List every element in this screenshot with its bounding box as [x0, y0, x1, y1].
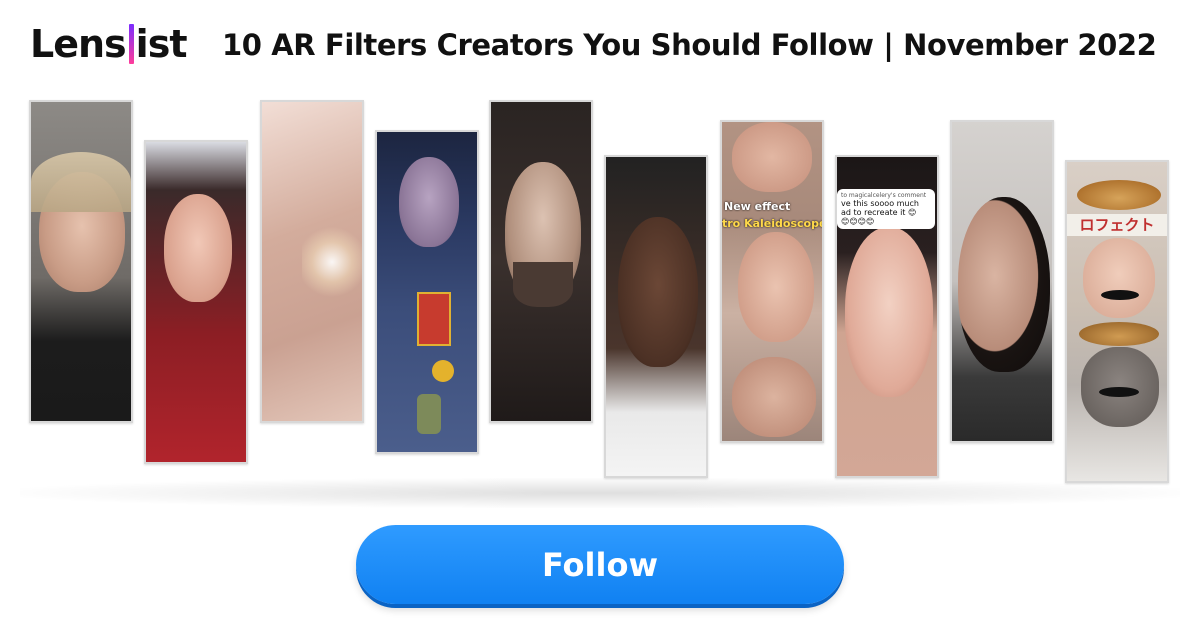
creator-face-4: [399, 157, 459, 247]
logo-accent-bar: [128, 24, 134, 64]
creator-thumbnail-5[interactable]: [489, 100, 593, 423]
game-runner-sprite: [417, 394, 441, 434]
creator-thumbnail-9[interactable]: [950, 120, 1054, 443]
reply-comment-bubble: to magicalcelery's comment ve this soooo…: [837, 189, 935, 229]
creator-thumbnail-3[interactable]: [260, 100, 364, 423]
effect-caption-line1: New effect: [724, 200, 791, 213]
strip-floor-shadow: [20, 478, 1180, 508]
comment-line3: 😊😊😊😊: [841, 217, 875, 226]
creator-face-7a: [732, 122, 812, 192]
mustache-1: [1101, 290, 1139, 300]
creator-thumbnail-2[interactable]: [144, 140, 248, 464]
creator-face-6: [618, 217, 698, 367]
page-title: 10 AR Filters Creators You Should Follow…: [222, 28, 1157, 62]
creator-thumbnail-4[interactable]: [375, 130, 479, 454]
creator-thumbnail-6[interactable]: [604, 155, 708, 478]
sign-banner: ロフェクト: [1067, 214, 1167, 236]
creator-thumbnail-1[interactable]: [29, 100, 133, 423]
creator-face-9: [958, 197, 1050, 372]
lenslist-logo[interactable]: Lens ist: [30, 22, 188, 66]
logo-text-ist: ist: [135, 22, 188, 66]
sombrero-hat-2: [1079, 322, 1159, 346]
creator-thumbnail-10[interactable]: ロフェクト: [1065, 160, 1169, 483]
follow-button[interactable]: Follow: [356, 525, 844, 604]
creator-face-2: [164, 194, 232, 302]
comment-header: to magicalcelery's comment: [841, 192, 927, 199]
logo-text-lens: Lens: [30, 22, 127, 66]
creator-face-8: [845, 227, 933, 397]
sombrero-hat: [1077, 180, 1161, 210]
creator-face-7c: [732, 357, 816, 437]
game-train-sprite: [417, 292, 451, 346]
comment-line1: ve this soooo much: [841, 199, 919, 208]
creator-thumbnail-8[interactable]: to magicalcelery's comment ve this soooo…: [835, 155, 939, 478]
comment-line2: ad to recreate it 😊: [841, 208, 917, 217]
mustache-2: [1099, 387, 1139, 397]
creator-beard-5: [513, 262, 573, 307]
creator-hair-1: [31, 152, 131, 212]
effect-caption-line2: tro Kaleidoscope: [722, 217, 824, 230]
creator-thumbnail-7[interactable]: New effect tro Kaleidoscope: [720, 120, 824, 443]
light-streak-effect: [302, 222, 362, 302]
creator-face-10: [1083, 238, 1155, 318]
game-coin-sprite: [432, 360, 454, 382]
creator-face-7b: [738, 232, 814, 342]
